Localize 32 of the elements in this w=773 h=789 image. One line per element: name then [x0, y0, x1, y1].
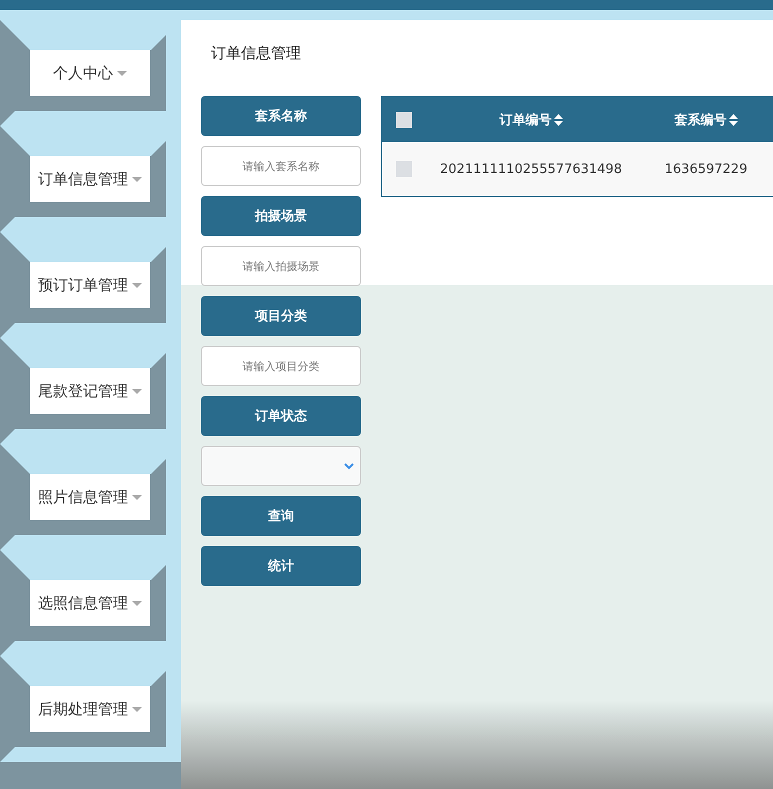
- caret-icon: [132, 494, 142, 500]
- caret-icon: [132, 706, 142, 712]
- sidebar-menu-item[interactable]: 选照信息管理: [30, 580, 150, 626]
- select-all-checkbox[interactable]: [396, 112, 412, 128]
- sidebar-menu-item[interactable]: 照片信息管理: [30, 474, 150, 520]
- sidebar-menu-item[interactable]: 订单信息管理: [30, 156, 150, 202]
- input-field[interactable]: 请输入套系名称: [201, 146, 361, 186]
- sidebar-menu-item[interactable]: 尾款登记管理: [30, 368, 150, 414]
- input-field[interactable]: 请输入拍摄场景: [201, 246, 361, 286]
- caret-icon: [132, 282, 142, 288]
- chevron-down-icon: [344, 462, 354, 470]
- table-cell-text: 1636597229: [664, 162, 748, 176]
- input-field[interactable]: 请输入项目分类: [201, 346, 361, 386]
- caret-icon: [132, 176, 142, 182]
- column-header[interactable]: 套系编号: [636, 110, 773, 128]
- column-header[interactable]: 订单编号: [426, 110, 636, 128]
- filter-label: 项目分类: [201, 296, 361, 336]
- action-button[interactable]: 查询: [201, 496, 361, 536]
- filter-label: 拍摄场景: [201, 196, 361, 236]
- filter-label: 订单状态: [201, 396, 361, 436]
- caret-icon: [132, 600, 142, 606]
- sidebar-menu-item[interactable]: 预订订单管理: [30, 262, 150, 308]
- select-field[interactable]: [201, 446, 361, 486]
- row-checkbox[interactable]: [396, 161, 412, 177]
- filter-label: 套系名称: [201, 96, 361, 136]
- table-cell-text: 2021111110255577631498: [439, 162, 623, 176]
- action-button[interactable]: 统计: [201, 546, 361, 586]
- caret-icon: [117, 70, 127, 76]
- sidebar-menu-item[interactable]: 个人中心: [30, 50, 150, 96]
- page-title: 订单信息管理: [210, 43, 302, 64]
- sidebar-menu-item[interactable]: 后期处理管理: [30, 686, 150, 732]
- caret-icon: [132, 388, 142, 394]
